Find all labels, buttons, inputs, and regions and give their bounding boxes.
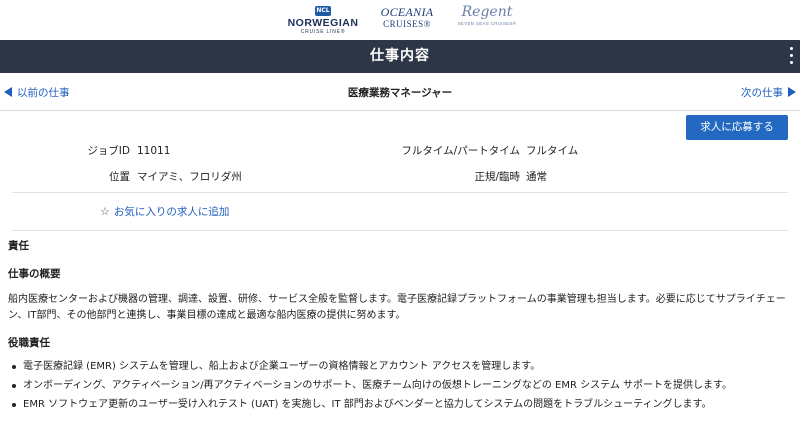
- duty-text: 電子医療記録 (EMR) システムを管理し、船上および企業ユーザーの資格情報とア…: [23, 361, 541, 372]
- job-overview-text: 船内医療センターおよび機器の管理、調達、設置、研修、サービス全般を監督します。電…: [8, 294, 786, 321]
- list-item: オンボーディング、アクティベーション/再アクティベーションのサポート、医療チーム…: [8, 378, 792, 394]
- list-item: EMR ソフトウェア更新のユーザー受け入れテスト (UAT) を実施し、IT 部…: [8, 397, 792, 413]
- arrow-right-icon: [788, 87, 796, 97]
- location-label: 位置: [109, 171, 130, 183]
- duties-heading: 役職責任: [8, 337, 50, 349]
- next-job-link[interactable]: 次の仕事: [741, 85, 796, 100]
- duty-text: オンボーディング、アクティベーション/再アクティベーションのサポート、医療チーム…: [23, 380, 732, 391]
- regular-label: 正規/臨時: [474, 171, 520, 183]
- ncl-name: NORWEGIAN: [287, 17, 359, 29]
- job-id-label: ジョブID: [87, 145, 130, 157]
- add-to-favorites-link[interactable]: ☆ お気に入りの求人に追加: [100, 204, 229, 219]
- more-menu-icon[interactable]: [782, 44, 800, 68]
- job-navigation: 以前の仕事 医療業務マネージャー 次の仕事: [0, 73, 800, 111]
- brand-logo-bar: NCL NORWEGIAN CRUISE LINE® OCEANIA CRUIS…: [0, 0, 800, 40]
- regent-logo[interactable]: Regent SEVEN SEAS CRUISES®: [452, 4, 522, 36]
- duty-text: EMR ソフトウェア更新のユーザー受け入れテスト (UAT) を実施し、IT 部…: [23, 399, 712, 410]
- divider: [12, 192, 788, 193]
- bullet-icon: [12, 403, 16, 407]
- ncl-subtitle: CRUISE LINE®: [300, 29, 346, 35]
- time-type-label: フルタイム/パートタイム: [401, 145, 520, 157]
- list-item: 電子医療記録 (EMR) システムを管理し、船上および企業ユーザーの資格情報とア…: [8, 359, 792, 375]
- bullet-icon: [12, 365, 16, 369]
- apply-button[interactable]: 求人に応募する: [686, 115, 788, 140]
- regent-line2: SEVEN SEAS CRUISES®: [457, 21, 517, 26]
- page-header: 仕事内容: [0, 40, 800, 73]
- oceania-logo[interactable]: OCEANIA CRUISES®: [372, 6, 442, 36]
- duties-list: 電子医療記録 (EMR) システムを管理し、船上および企業ユーザーの資格情報とア…: [8, 359, 792, 416]
- ncl-badge: NCL: [315, 6, 331, 16]
- page-title: 仕事内容: [370, 48, 430, 64]
- oceania-line1: OCEANIA: [380, 5, 434, 19]
- regular-value: 通常: [526, 171, 547, 183]
- job-id-value: 11011: [137, 145, 171, 157]
- job-overview-heading: 仕事の概要: [8, 268, 61, 280]
- next-job-label: 次の仕事: [741, 87, 783, 99]
- location-value: マイアミ、フロリダ州: [137, 171, 242, 183]
- divider: [12, 230, 788, 231]
- oceania-line2: CRUISES®: [383, 19, 431, 29]
- add-to-favorites-label: お気に入りの求人に追加: [113, 206, 230, 218]
- job-title: 医療業務マネージャー: [347, 87, 453, 99]
- responsibilities-heading: 責任: [8, 240, 29, 252]
- star-outline-icon: ☆: [100, 205, 110, 218]
- regent-line1: Regent: [461, 4, 513, 20]
- bullet-icon: [12, 384, 16, 388]
- ncl-logo[interactable]: NCL NORWEGIAN CRUISE LINE®: [283, 2, 363, 36]
- time-type-value: フルタイム: [526, 145, 579, 157]
